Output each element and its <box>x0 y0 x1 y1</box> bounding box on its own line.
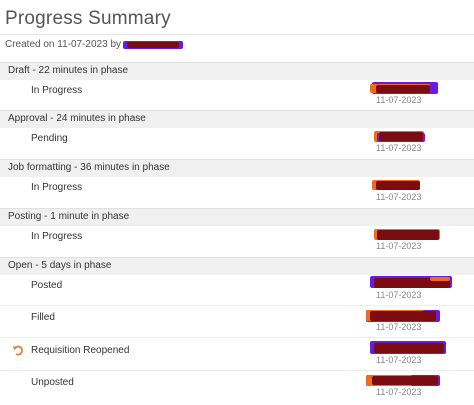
title-divider <box>0 34 474 35</box>
redacted-user <box>370 341 448 355</box>
phase-label: Posting - 1 minute in phase <box>8 211 130 222</box>
status-label: Posted <box>31 280 63 291</box>
phase-header-job-formatting: Job formatting - 36 minutes in phase <box>0 159 474 177</box>
entry-date: 11-07-2023 <box>376 241 422 251</box>
entry-date: 11-07-2023 <box>376 95 422 105</box>
redacted-author <box>123 40 184 50</box>
row-divider <box>0 305 474 306</box>
phase-header-posting: Posting - 1 minute in phase <box>0 208 474 226</box>
entry-date: 11-07-2023 <box>376 290 422 300</box>
page-title: Progress Summary <box>5 8 171 29</box>
phase-header-open: Open - 5 days in phase <box>0 257 474 275</box>
status-label: In Progress <box>31 231 83 242</box>
row-divider <box>0 370 474 371</box>
entry-date: 11-07-2023 <box>376 322 422 332</box>
redacted-user <box>374 228 442 242</box>
phase-header-draft: Draft - 22 minutes in phase <box>0 62 474 80</box>
phase-label: Open - 5 days in phase <box>8 260 112 271</box>
phase-label: Job formatting - 36 minutes in phase <box>8 162 170 173</box>
redacted-user <box>370 82 438 96</box>
status-label: Requisition Reopened <box>31 345 130 356</box>
row-divider <box>0 337 474 338</box>
redacted-user <box>370 276 454 290</box>
phase-label: Draft - 22 minutes in phase <box>8 65 129 76</box>
status-label: Filled <box>31 312 55 323</box>
phase-label: Approval - 24 minutes in phase <box>8 113 146 124</box>
redacted-user <box>366 374 442 388</box>
redacted-user <box>366 309 442 323</box>
status-label: In Progress <box>31 85 83 96</box>
redacted-user <box>374 130 426 144</box>
entry-date: 11-07-2023 <box>376 143 422 153</box>
status-label: Pending <box>31 133 68 144</box>
entry-date: 11-07-2023 <box>376 387 422 397</box>
created-info: Created on 11-07-2023 by <box>5 39 184 50</box>
entry-date: 11-07-2023 <box>376 355 422 365</box>
status-label: In Progress <box>31 182 83 193</box>
status-label: Unposted <box>31 377 74 388</box>
undo-arrow-icon <box>12 345 23 356</box>
created-label: Created on 11-07-2023 by <box>5 39 122 50</box>
phase-header-approval: Approval - 24 minutes in phase <box>0 110 474 128</box>
redacted-user <box>372 179 422 193</box>
entry-date: 11-07-2023 <box>376 192 422 202</box>
